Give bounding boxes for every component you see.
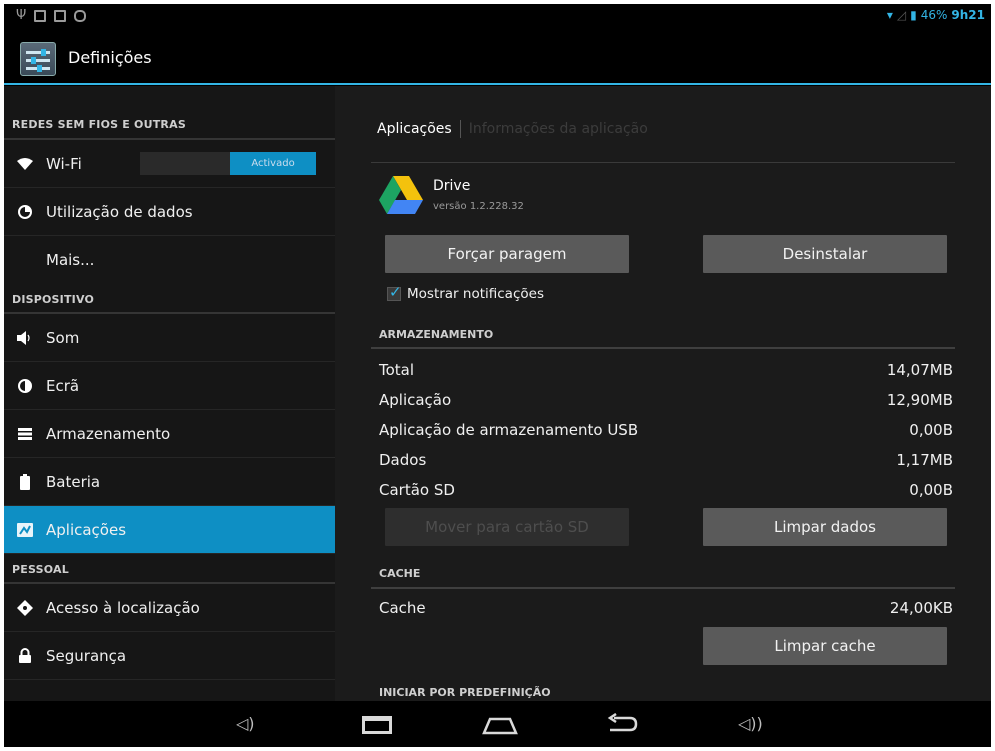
recents-icon[interactable] — [362, 716, 392, 734]
move-to-sd-button: Mover para cartão SD — [385, 508, 629, 546]
row-value: 1,17MB — [896, 451, 953, 469]
breadcrumb-apps[interactable]: Aplicações — [377, 121, 452, 137]
uninstall-button[interactable]: Desinstalar — [703, 235, 947, 273]
app-info-panel: Aplicações Informações da aplicação Driv… — [335, 86, 991, 701]
row-label: Cartão SD — [379, 481, 455, 499]
battery-percent: 46% — [920, 8, 948, 22]
wifi-toggle-on-label: Activado — [230, 152, 316, 175]
wifi-icon — [14, 157, 36, 170]
cache-header: CACHE — [379, 567, 421, 580]
sidebar-item-data-usage[interactable]: Utilização de dados — [4, 188, 335, 236]
apps-icon — [14, 522, 36, 537]
breadcrumb-app-info: Informações da aplicação — [468, 121, 648, 137]
clear-data-button[interactable]: Limpar dados — [703, 508, 947, 546]
row-label: Total — [379, 361, 415, 379]
sidebar-item-label: Som — [46, 328, 80, 347]
home-icon[interactable] — [482, 715, 518, 735]
battery-status-icon: ▮ — [910, 8, 917, 22]
divider — [371, 162, 955, 163]
sidebar-item-label: Armazenamento — [46, 424, 171, 443]
storage-row-total: Total 14,07MB — [379, 358, 953, 382]
row-value: 24,00KB — [889, 599, 953, 617]
usb-icon: Ψ — [16, 8, 27, 23]
battery-icon — [14, 473, 36, 490]
system-status: ▾ ◿ ▮ 46% 9h21 — [887, 8, 985, 22]
cache-row: Cache 24,00KB — [379, 596, 953, 620]
row-label: Cache — [379, 599, 426, 617]
back-icon[interactable] — [606, 713, 638, 735]
tablet-screen: Ψ ▾ ◿ ▮ 46% 9h21 Definições REDES SEM FI… — [4, 4, 991, 747]
force-stop-button[interactable]: Forçar paragem — [385, 235, 629, 273]
section-header-wireless: REDES SEM FIOS E OUTRAS — [4, 86, 335, 140]
sidebar-item-label: Ecrã — [46, 376, 80, 395]
row-label: Aplicação — [379, 391, 452, 409]
storage-row-sd: Cartão SD 0,00B — [379, 478, 953, 502]
storage-header: ARMAZENAMENTO — [379, 328, 494, 341]
mobile-signal-icon: ◿ — [896, 8, 907, 22]
sidebar-item-label: Segurança — [46, 646, 127, 665]
sidebar-item-sound[interactable]: Som — [4, 314, 335, 362]
settings-sidebar: REDES SEM FIOS E OUTRAS Wi-Fi Activado U… — [4, 86, 335, 701]
mail-icon — [54, 10, 66, 22]
location-icon — [14, 599, 36, 616]
checkbox-icon: ✓ — [387, 283, 402, 301]
row-value: 12,90MB — [886, 391, 953, 409]
sidebar-item-more[interactable]: Mais... — [4, 236, 335, 284]
breadcrumb-divider — [459, 120, 461, 138]
divider — [371, 587, 955, 589]
sidebar-item-label: Wi-Fi — [46, 154, 82, 173]
sidebar-item-display[interactable]: Ecrã — [4, 362, 335, 410]
sidebar-item-wifi[interactable]: Wi-Fi Activado — [4, 140, 335, 188]
section-header-device: DISPOSITIVO — [4, 284, 335, 314]
row-label: Dados — [379, 451, 427, 469]
sidebar-item-label: Utilização de dados — [46, 202, 193, 221]
section-header-personal: PESSOAL — [4, 554, 335, 584]
navigation-bar: ◁) ◁)) — [4, 701, 991, 747]
app-version: versão 1.2.228.32 — [433, 201, 524, 212]
clock: 9h21 — [951, 8, 985, 22]
sidebar-item-label: Aplicações — [46, 520, 127, 539]
page-title: Definições — [68, 48, 152, 67]
wifi-signal-icon: ▾ — [886, 8, 893, 22]
lock-icon — [14, 648, 36, 663]
launch-default-header: INICIAR POR PREDEFINIÇÃO — [379, 686, 551, 699]
data-usage-icon — [14, 204, 36, 219]
volume-down-icon[interactable]: ◁) — [236, 714, 255, 733]
sidebar-item-label: Mais... — [46, 251, 95, 269]
sidebar-item-partial[interactable] — [4, 680, 335, 701]
image-icon — [34, 10, 46, 22]
drive-app-icon — [379, 176, 423, 214]
sidebar-item-label: Acesso à localização — [46, 598, 200, 617]
settings-app-icon[interactable] — [20, 42, 56, 76]
sidebar-item-label: Bateria — [46, 472, 101, 491]
breadcrumb: Aplicações Informações da aplicação — [377, 120, 648, 138]
row-value: 14,07MB — [886, 361, 953, 379]
game-icon — [74, 10, 86, 22]
row-value: 0,00B — [909, 421, 953, 439]
volume-up-icon[interactable]: ◁)) — [738, 714, 763, 733]
storage-row-data: Dados 1,17MB — [379, 448, 953, 472]
speaker-icon — [14, 330, 36, 345]
status-bar: Ψ ▾ ◿ ▮ 46% 9h21 — [4, 4, 991, 30]
sidebar-item-apps[interactable]: Aplicações — [4, 506, 335, 554]
storage-row-app: Aplicação 12,90MB — [379, 388, 953, 412]
show-notifications-label: Mostrar notificações — [407, 286, 544, 302]
storage-icon — [14, 427, 36, 440]
show-notifications-checkbox[interactable]: ✓ Mostrar notificações — [387, 283, 544, 302]
app-name: Drive — [433, 178, 471, 194]
storage-row-usb: Aplicação de armazenamento USB 0,00B — [379, 418, 953, 442]
clear-cache-button[interactable]: Limpar cache — [703, 627, 947, 665]
checkmark-icon: ✓ — [389, 283, 402, 301]
row-value: 0,00B — [909, 481, 953, 499]
notification-icons: Ψ — [16, 8, 86, 23]
sidebar-item-location[interactable]: Acesso à localização — [4, 584, 335, 632]
brightness-icon — [14, 378, 36, 393]
divider — [371, 347, 955, 349]
action-bar: Definições — [4, 30, 991, 85]
sidebar-item-security[interactable]: Segurança — [4, 632, 335, 680]
sidebar-item-battery[interactable]: Bateria — [4, 458, 335, 506]
sidebar-item-storage[interactable]: Armazenamento — [4, 410, 335, 458]
row-label: Aplicação de armazenamento USB — [379, 421, 639, 439]
wifi-toggle[interactable]: Activado — [140, 152, 316, 175]
